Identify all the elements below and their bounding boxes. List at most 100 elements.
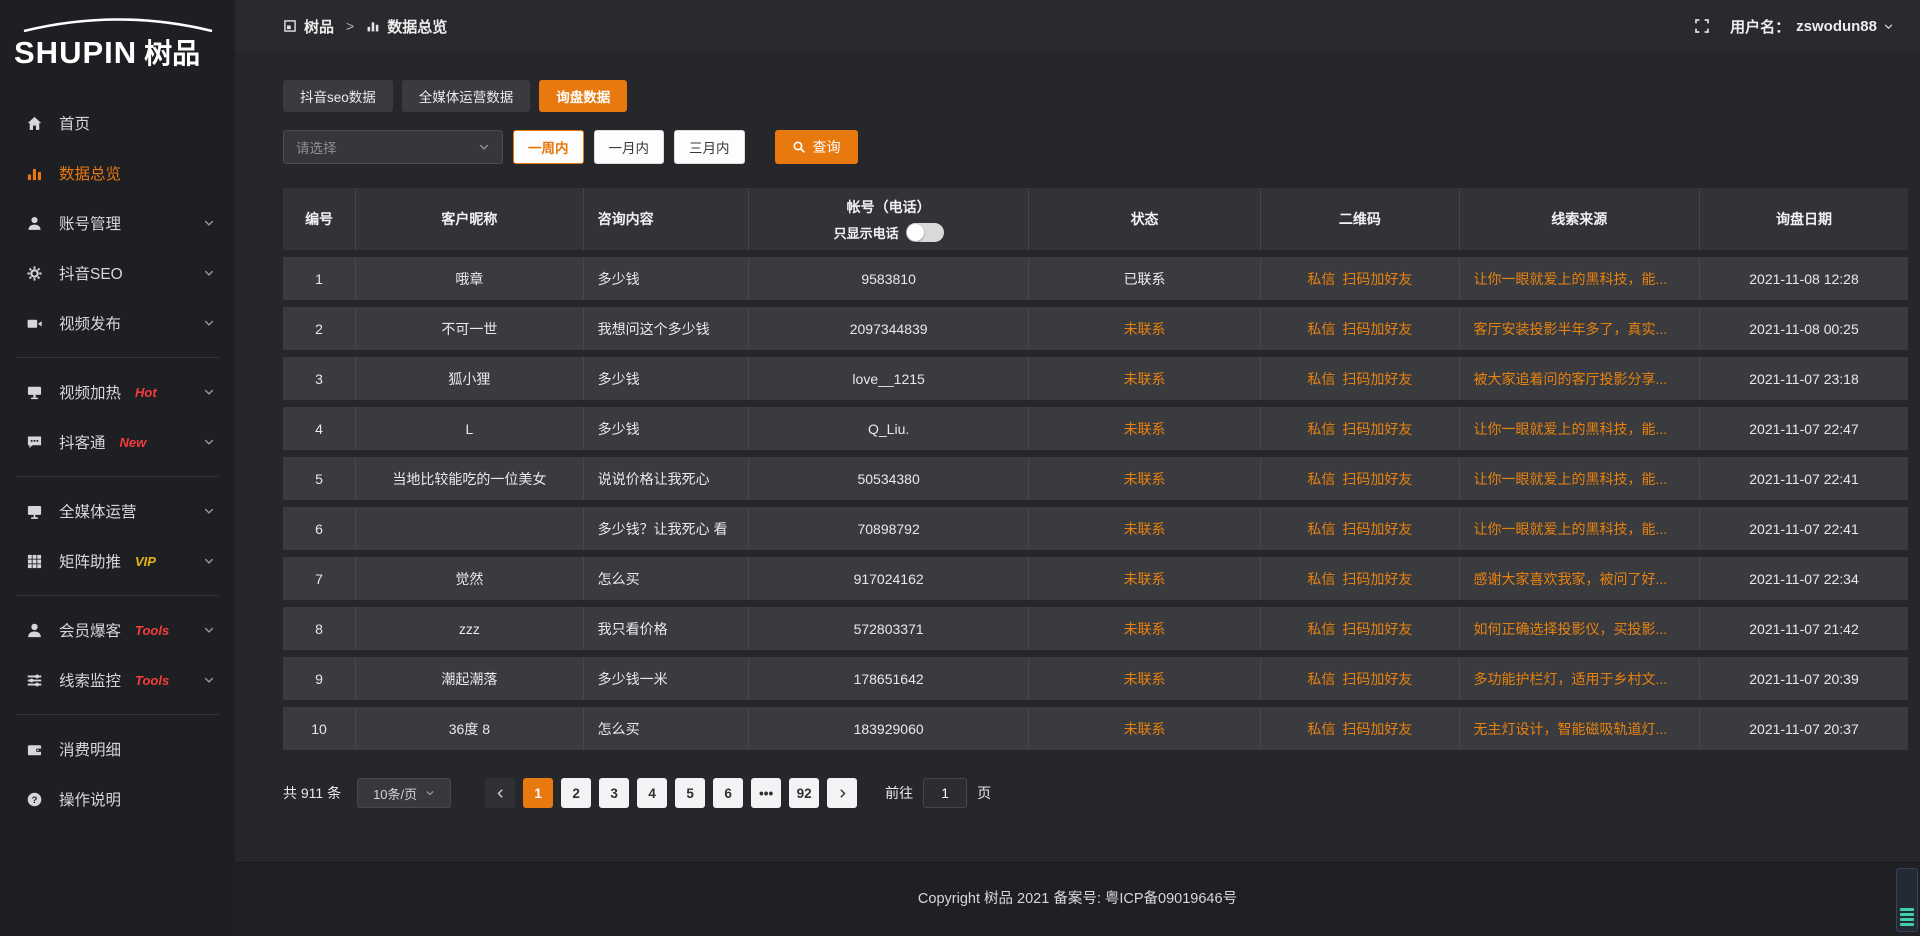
breadcrumb-root[interactable]: 树品 bbox=[304, 16, 334, 37]
private-message-link[interactable]: 私信 bbox=[1307, 369, 1335, 389]
scan-add-friend-link[interactable]: 扫码加好友 bbox=[1342, 669, 1412, 689]
private-message-link[interactable]: 私信 bbox=[1307, 719, 1335, 739]
chevron-down-icon bbox=[203, 386, 215, 398]
sidebar-item-instructions[interactable]: 操作说明 bbox=[0, 774, 235, 824]
page-button[interactable]: 6 bbox=[713, 778, 743, 808]
sidebar-item-home[interactable]: 首页 bbox=[0, 98, 235, 148]
page-button[interactable]: 92 bbox=[789, 778, 819, 808]
scan-add-friend-link[interactable]: 扫码加好友 bbox=[1342, 269, 1412, 289]
search-button[interactable]: 查询 bbox=[775, 130, 858, 164]
scan-add-friend-link[interactable]: 扫码加好友 bbox=[1342, 369, 1412, 389]
sidebar-item-label: 视频加热 bbox=[59, 381, 121, 403]
period-one-week-button[interactable]: 一周内 bbox=[513, 130, 584, 164]
lead-source-link[interactable]: 让你一眼就爱上的黑科技，能... bbox=[1460, 457, 1701, 500]
private-message-link[interactable]: 私信 bbox=[1307, 669, 1335, 689]
page-button[interactable]: 5 bbox=[675, 778, 705, 808]
monitor-icon bbox=[26, 383, 44, 401]
lead-source-link[interactable]: 被大家追着问的客厅投影分享... bbox=[1460, 357, 1701, 400]
screen-icon bbox=[26, 502, 44, 520]
cell-qr: 私信扫码加好友 bbox=[1261, 357, 1459, 400]
sidebar-item-video-publish[interactable]: 视频发布 bbox=[0, 298, 235, 348]
sidebar-item-douketong[interactable]: 抖客通 New bbox=[0, 417, 235, 467]
scan-add-friend-link[interactable]: 扫码加好友 bbox=[1342, 419, 1412, 439]
cell-id: 7 bbox=[283, 557, 356, 600]
scan-add-friend-link[interactable]: 扫码加好友 bbox=[1342, 519, 1412, 539]
sidebar-item-label: 操作说明 bbox=[59, 788, 121, 810]
username-label: 用户名： bbox=[1730, 16, 1790, 37]
scan-add-friend-link[interactable]: 扫码加好友 bbox=[1342, 719, 1412, 739]
cell-qr: 私信扫码加好友 bbox=[1261, 407, 1459, 450]
cell-date: 2021-11-07 22:34 bbox=[1700, 557, 1908, 600]
cell-content: 怎么买 bbox=[584, 707, 750, 750]
sidebar-item-label: 消费明细 bbox=[59, 738, 121, 760]
user-menu[interactable]: 用户名： zswodun88 bbox=[1730, 16, 1894, 37]
private-message-link[interactable]: 私信 bbox=[1307, 619, 1335, 639]
floating-widget[interactable] bbox=[1896, 868, 1918, 932]
lead-source-link[interactable]: 多功能护栏灯，适用于乡村文... bbox=[1460, 657, 1701, 700]
data-tabs: 抖音seo数据 全媒体运营数据 询盘数据 bbox=[283, 80, 1908, 112]
sidebar-item-consumption-detail[interactable]: 消费明细 bbox=[0, 724, 235, 774]
cell-qr: 私信扫码加好友 bbox=[1261, 457, 1459, 500]
cell-id: 4 bbox=[283, 407, 356, 450]
lead-source-link[interactable]: 让你一眼就爱上的黑科技，能... bbox=[1460, 257, 1701, 300]
sliders-icon bbox=[26, 671, 44, 689]
cell-qr: 私信扫码加好友 bbox=[1261, 657, 1459, 700]
tab-omni-media-data[interactable]: 全媒体运营数据 bbox=[402, 80, 531, 112]
page-button[interactable]: 1 bbox=[523, 778, 553, 808]
cell-nickname: 狐小狸 bbox=[356, 357, 584, 400]
tab-inquiry-data[interactable]: 询盘数据 bbox=[539, 80, 627, 112]
main-column: 树品 > 数据总览 用户名： zswodun88 抖音seo数据 全媒体运营数据… bbox=[235, 0, 1920, 936]
cell-account: 178651642 bbox=[749, 657, 1029, 700]
cell-date: 2021-11-07 20:39 bbox=[1700, 657, 1908, 700]
private-message-link[interactable]: 私信 bbox=[1307, 319, 1335, 339]
sidebar-item-label: 数据总览 bbox=[59, 162, 121, 184]
video-icon bbox=[26, 314, 44, 332]
lead-source-link[interactable]: 如何正确选择投影仪，买投影... bbox=[1460, 607, 1701, 650]
sidebar-item-omni-media[interactable]: 全媒体运营 bbox=[0, 486, 235, 536]
cell-content: 说说价格让我死心 bbox=[584, 457, 750, 500]
lead-source-link[interactable]: 让你一眼就爱上的黑科技，能... bbox=[1460, 507, 1701, 550]
sidebar-item-matrix-boost[interactable]: 矩阵助推 VIP bbox=[0, 536, 235, 586]
scan-add-friend-link[interactable]: 扫码加好友 bbox=[1342, 619, 1412, 639]
lead-source-link[interactable]: 感谢大家喜欢我家，被问了好... bbox=[1460, 557, 1701, 600]
sidebar-item-video-heat[interactable]: 视频加热 Hot bbox=[0, 367, 235, 417]
cell-qr: 私信扫码加好友 bbox=[1261, 607, 1459, 650]
cell-id: 2 bbox=[283, 307, 356, 350]
private-message-link[interactable]: 私信 bbox=[1307, 569, 1335, 589]
filter-select[interactable]: 请选择 bbox=[283, 130, 503, 164]
toggle-knob bbox=[907, 224, 924, 241]
sidebar-item-lead-monitor[interactable]: 线索监控 Tools bbox=[0, 655, 235, 705]
page-button[interactable]: 2 bbox=[561, 778, 591, 808]
period-three-months-button[interactable]: 三月内 bbox=[674, 130, 745, 164]
sidebar-item-account-management[interactable]: 账号管理 bbox=[0, 198, 235, 248]
private-message-link[interactable]: 私信 bbox=[1307, 469, 1335, 489]
sidebar-item-member-baoke[interactable]: 会员爆客 Tools bbox=[0, 605, 235, 655]
phone-only-toggle[interactable] bbox=[906, 223, 944, 242]
page-size-select[interactable]: 10条/页 bbox=[357, 778, 451, 808]
sidebar-item-douyin-seo[interactable]: 抖音SEO bbox=[0, 248, 235, 298]
scan-add-friend-link[interactable]: 扫码加好友 bbox=[1342, 469, 1412, 489]
prev-page-button[interactable] bbox=[485, 778, 515, 808]
next-page-button[interactable] bbox=[827, 778, 857, 808]
goto-page-input[interactable] bbox=[923, 778, 967, 808]
tab-douyin-seo-data[interactable]: 抖音seo数据 bbox=[283, 80, 393, 112]
scan-add-friend-link[interactable]: 扫码加好友 bbox=[1342, 319, 1412, 339]
chevron-down-icon bbox=[203, 555, 215, 567]
sidebar-item-data-overview[interactable]: 数据总览 bbox=[0, 148, 235, 198]
cell-content: 多少钱？让我死心 看 bbox=[584, 507, 750, 550]
period-one-month-button[interactable]: 一月内 bbox=[594, 130, 665, 164]
cell-date: 2021-11-07 21:42 bbox=[1700, 607, 1908, 650]
scan-add-friend-link[interactable]: 扫码加好友 bbox=[1342, 569, 1412, 589]
lead-source-link[interactable]: 无主灯设计，智能磁吸轨道灯... bbox=[1460, 707, 1701, 750]
fullscreen-icon[interactable] bbox=[1694, 18, 1710, 34]
private-message-link[interactable]: 私信 bbox=[1307, 419, 1335, 439]
page-ellipsis[interactable]: ••• bbox=[751, 778, 781, 808]
private-message-link[interactable]: 私信 bbox=[1307, 519, 1335, 539]
cell-content: 多少钱 bbox=[584, 357, 750, 400]
grid-icon bbox=[26, 552, 44, 570]
page-button[interactable]: 3 bbox=[599, 778, 629, 808]
lead-source-link[interactable]: 客厅安装投影半年多了，真实... bbox=[1460, 307, 1701, 350]
page-button[interactable]: 4 bbox=[637, 778, 667, 808]
lead-source-link[interactable]: 让你一眼就爱上的黑科技，能... bbox=[1460, 407, 1701, 450]
private-message-link[interactable]: 私信 bbox=[1307, 269, 1335, 289]
